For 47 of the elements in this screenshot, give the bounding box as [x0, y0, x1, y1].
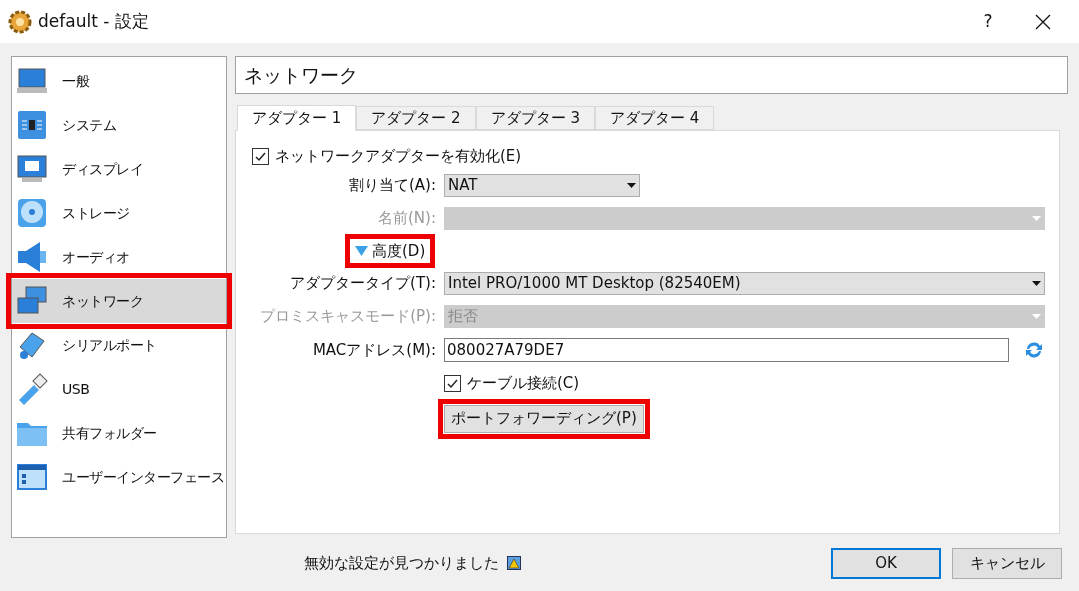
mac-field[interactable]: 080027A79DE7 — [444, 338, 1009, 362]
sidebar-item[interactable]: ユーザーインターフェース — [12, 455, 226, 499]
monitor-icon — [16, 153, 48, 185]
adapter-type-dropdown[interactable]: Intel PRO/1000 MT Desktop (82540EM) — [444, 272, 1045, 295]
dialog-button[interactable]: OK — [831, 547, 941, 579]
close-icon[interactable] — [1035, 13, 1051, 30]
advanced-toggle[interactable]: 高度(D) — [351, 239, 430, 262]
tab[interactable]: アダプター 1 — [237, 105, 357, 131]
gear-icon — [8, 9, 32, 34]
sidebar-item[interactable]: 共有フォルダー — [12, 411, 226, 455]
checkbox[interactable] — [252, 147, 269, 165]
sidebar-item[interactable]: USB — [12, 367, 226, 411]
sidebar-item[interactable]: ディスプレイ — [12, 147, 226, 191]
sidebar-item[interactable]: オーディオ — [12, 235, 226, 279]
checkbox-label: ケーブル接続(C) — [467, 373, 580, 394]
chip-icon — [16, 109, 48, 141]
triangle-icon — [355, 245, 368, 256]
tab[interactable]: アダプター 2 — [356, 106, 476, 130]
sidebar-item[interactable]: ストレージ — [12, 191, 226, 235]
status-message: 無効な設定が見つかりました — [304, 552, 499, 574]
sidebar-item[interactable]: 一般 — [12, 59, 226, 103]
monitors-icon — [16, 285, 48, 317]
window-title: default - 設定 — [38, 9, 149, 33]
sidebar-item[interactable]: ネットワーク — [12, 279, 226, 323]
warning-icon — [507, 556, 521, 570]
field-label: 名前(N): — [377, 207, 436, 229]
page-title: ネットワーク — [235, 56, 1068, 94]
help-button[interactable]: ? — [963, 8, 1013, 35]
checkbox[interactable] — [444, 374, 461, 392]
dropdown-arrow-icon — [1032, 281, 1041, 286]
dialog-button[interactable]: キャンセル — [952, 547, 1062, 579]
sidebar-item[interactable]: シリアルポート — [12, 323, 226, 367]
field-label: アダプタータイプ(T): — [289, 273, 436, 295]
dropdown-arrow-icon — [1032, 215, 1041, 221]
dropdown-arrow-icon — [1032, 314, 1041, 319]
sidebar-item[interactable]: システム — [12, 103, 226, 147]
window-icon — [16, 461, 48, 493]
dropdown-arrow-icon — [627, 182, 636, 188]
tab[interactable]: アダプター 4 — [594, 106, 715, 130]
field-label: MACアドレス(M): — [311, 339, 436, 361]
port-forwarding-button[interactable]: ポートフォワーディング(P) — [444, 404, 644, 433]
field-label: 割り当て(A): — [347, 174, 436, 196]
attachment-dropdown[interactable]: NAT — [444, 173, 640, 197]
checkbox-label: ネットワークアダプターを有効化(E) — [275, 146, 522, 167]
speaker-icon — [16, 241, 48, 273]
tab[interactable]: アダプター 3 — [475, 106, 595, 130]
field-label: プロミスキャスモード(P): — [259, 306, 436, 328]
